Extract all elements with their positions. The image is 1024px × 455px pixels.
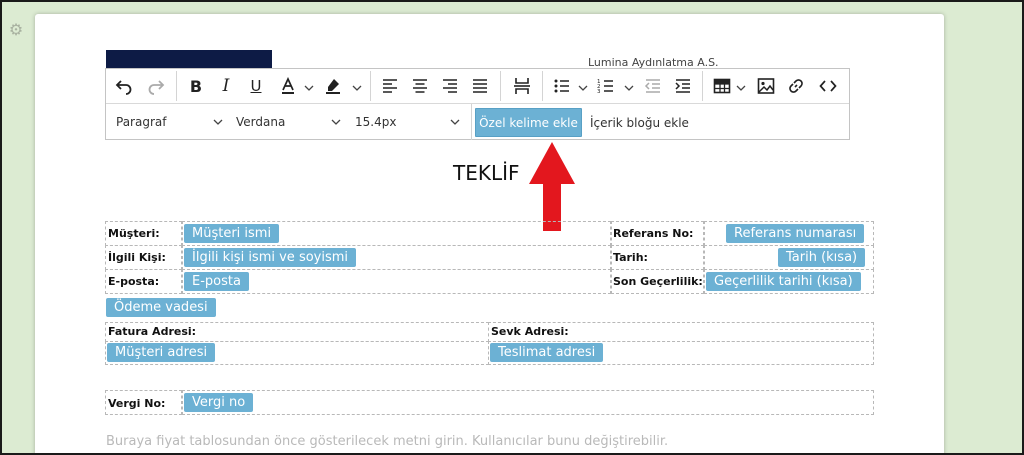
chevron-down-icon[interactable] (352, 79, 362, 91)
toolbar-separator (542, 71, 543, 101)
align-left-icon[interactable] (378, 74, 402, 98)
chevron-down-icon (330, 116, 342, 131)
align-justify-icon[interactable] (468, 74, 492, 98)
shipping-tag[interactable]: Teslimat adresi (490, 343, 604, 362)
toolbar-row-formatting: B I U 1 2 3 (106, 69, 849, 104)
align-right-icon[interactable] (438, 74, 462, 98)
toolbar-separator (471, 104, 472, 140)
toolbar-separator (370, 71, 371, 101)
chevron-down-icon[interactable] (578, 79, 588, 91)
editor-toolbar: B I U 1 2 3 Paragraf Verdana 15.4px Özel… (105, 68, 850, 140)
align-center-icon[interactable] (408, 74, 432, 98)
email-tag[interactable]: E-posta (184, 272, 249, 291)
logo (106, 50, 272, 68)
paragraph-select[interactable]: Paragraf (116, 110, 224, 134)
paragraph-select-value: Paragraf (116, 115, 167, 129)
shipping-label: Sevk Adresi: (491, 325, 569, 338)
toolbar-separator (500, 71, 501, 101)
chevron-down-icon (449, 116, 461, 131)
contact-tag[interactable]: İlgili kişi ismi ve soyismi (184, 248, 357, 267)
toolbar-separator (176, 71, 177, 101)
bold-icon[interactable]: B (184, 74, 208, 98)
table-cell (182, 390, 874, 415)
numbered-list-icon[interactable]: 123 (594, 74, 618, 98)
customer-tag[interactable]: Müşteri ismi (184, 224, 280, 243)
highlight-icon[interactable] (321, 74, 345, 98)
special-word-button[interactable]: Özel kelime ekle (475, 108, 582, 137)
bullet-list-icon[interactable] (550, 74, 574, 98)
intro-placeholder-text[interactable]: Buraya fiyat tablosundan önce gösterilec… (106, 434, 668, 449)
content-block-button[interactable]: İçerik bloğu ekle (590, 108, 689, 137)
italic-icon[interactable]: I (214, 74, 238, 98)
billing-tag[interactable]: Müşteri adresi (107, 343, 216, 362)
source-code-icon[interactable] (816, 74, 840, 98)
reference-label: Referans No: (613, 227, 694, 240)
outdent-icon[interactable] (641, 74, 665, 98)
customer-label: Müşteri: (108, 227, 160, 240)
svg-text:3: 3 (597, 89, 601, 95)
payment-tag[interactable]: Ödeme vadesi (106, 298, 216, 317)
link-icon[interactable] (784, 74, 808, 98)
billing-label: Fatura Adresi: (108, 325, 197, 338)
chevron-down-icon (212, 116, 224, 131)
redo-icon[interactable] (144, 74, 168, 98)
validity-label: Son Geçerlilik: (613, 275, 703, 288)
document-page: Lumina Aydınlatma A.S. B I U 1 2 3 Parag… (35, 14, 944, 453)
gear-icon[interactable]: ⚙ (8, 22, 24, 38)
contact-label: İlgili Kişi: (108, 251, 166, 264)
validity-tag[interactable]: Geçerlilik tarihi (kısa) (706, 272, 861, 291)
underline-icon[interactable]: U (244, 74, 268, 98)
chevron-down-icon[interactable] (736, 79, 746, 91)
font-size-select[interactable]: 15.4px (355, 110, 461, 134)
indent-icon[interactable] (671, 74, 695, 98)
date-label: Tarih: (613, 251, 648, 264)
tax-label: Vergi No: (108, 397, 166, 410)
document-title: TEKLİF (453, 161, 520, 185)
page-break-icon[interactable] (510, 74, 534, 98)
undo-icon[interactable] (112, 74, 136, 98)
font-select[interactable]: Verdana (236, 110, 342, 134)
table-icon[interactable] (710, 74, 734, 98)
toolbar-row-styles: Paragraf Verdana 15.4px Özel kelime ekle… (106, 104, 849, 140)
font-select-value: Verdana (236, 115, 286, 129)
red-arrow-annotation (529, 142, 575, 231)
chevron-down-icon[interactable] (304, 79, 314, 91)
font-size-select-value: 15.4px (355, 115, 397, 129)
email-label: E-posta: (108, 275, 160, 288)
image-icon[interactable] (754, 74, 778, 98)
screenshot-frame: ⚙ Lumina Aydınlatma A.S. B I U 1 2 3 Par… (0, 0, 1024, 455)
toolbar-separator (702, 71, 703, 101)
reference-tag[interactable]: Referans numarası (726, 224, 865, 243)
tax-tag[interactable]: Vergi no (184, 393, 254, 412)
date-tag[interactable]: Tarih (kısa) (778, 248, 866, 267)
chevron-down-icon[interactable] (624, 79, 634, 91)
font-color-icon[interactable] (276, 74, 300, 98)
